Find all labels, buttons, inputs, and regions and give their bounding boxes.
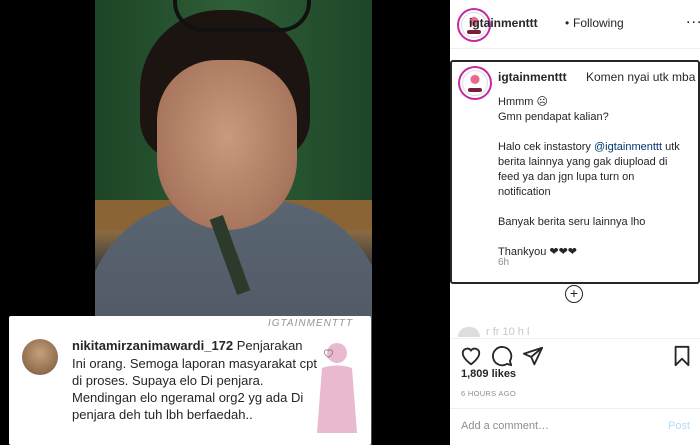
caption-time: 6h: [498, 257, 510, 268]
photo-face: [157, 60, 297, 230]
caption-username[interactable]: igtainmenttt: [498, 70, 567, 84]
comment-icon[interactable]: [491, 345, 513, 367]
overlay-username: nikitamirzanimawardi_172: [72, 338, 234, 353]
partial-comment: r fr 10 h l: [458, 326, 529, 338]
overlay-first-word: Penjarakan: [236, 338, 303, 353]
caption-para-4: Thankyou ❤❤❤: [498, 246, 578, 258]
post-button[interactable]: Post: [668, 420, 690, 432]
header-separator: •: [565, 16, 570, 30]
caption-line-1: Hmmm ☹: [498, 96, 548, 108]
caption-avatar[interactable]: [460, 68, 490, 98]
heart-icon[interactable]: [460, 345, 482, 367]
add-comment-input[interactable]: Add a comment…: [461, 420, 549, 432]
overlay-comment-header: nikitamirzanimawardi_172 Penjarakan: [72, 338, 303, 353]
share-icon[interactable]: [522, 345, 544, 367]
header-username[interactable]: igtainmenttt: [469, 16, 538, 30]
caption-para2-before: Halo cek instastory: [498, 141, 594, 153]
caption-body: Hmmm ☹ Gmn pendapat kalian? Halo cek inst…: [498, 95, 683, 275]
more-options-icon[interactable]: ...: [686, 10, 700, 28]
caption-para-3: Banyak berita seru lainnya lho: [498, 216, 646, 228]
post-timestamp[interactable]: 6 HOURS AGO: [461, 389, 516, 398]
overlay-comment-text: Ini orang. Semoga laporan masyarakat cpt…: [72, 356, 317, 422]
caption-first-line: Komen nyai utk mba You: [586, 70, 700, 84]
following-button[interactable]: Following: [573, 16, 624, 30]
post-media[interactable]: nikitamirzanimawardi_172 Penjarakan Ini …: [0, 0, 450, 445]
watermark-text: IGTAINMENTTT: [268, 318, 354, 329]
likes-count[interactable]: 1,809 likes: [461, 368, 516, 380]
caption-line-2: Gmn pendapat kalian?: [498, 111, 609, 123]
load-more-comments-icon[interactable]: +: [565, 285, 583, 303]
mention-link[interactable]: @igtainmenttt: [594, 141, 662, 153]
overlay-avatar: [22, 339, 58, 375]
watermark-figure-icon: [317, 343, 357, 433]
bookmark-icon[interactable]: [671, 345, 693, 367]
photo-glasses: [173, 0, 311, 32]
